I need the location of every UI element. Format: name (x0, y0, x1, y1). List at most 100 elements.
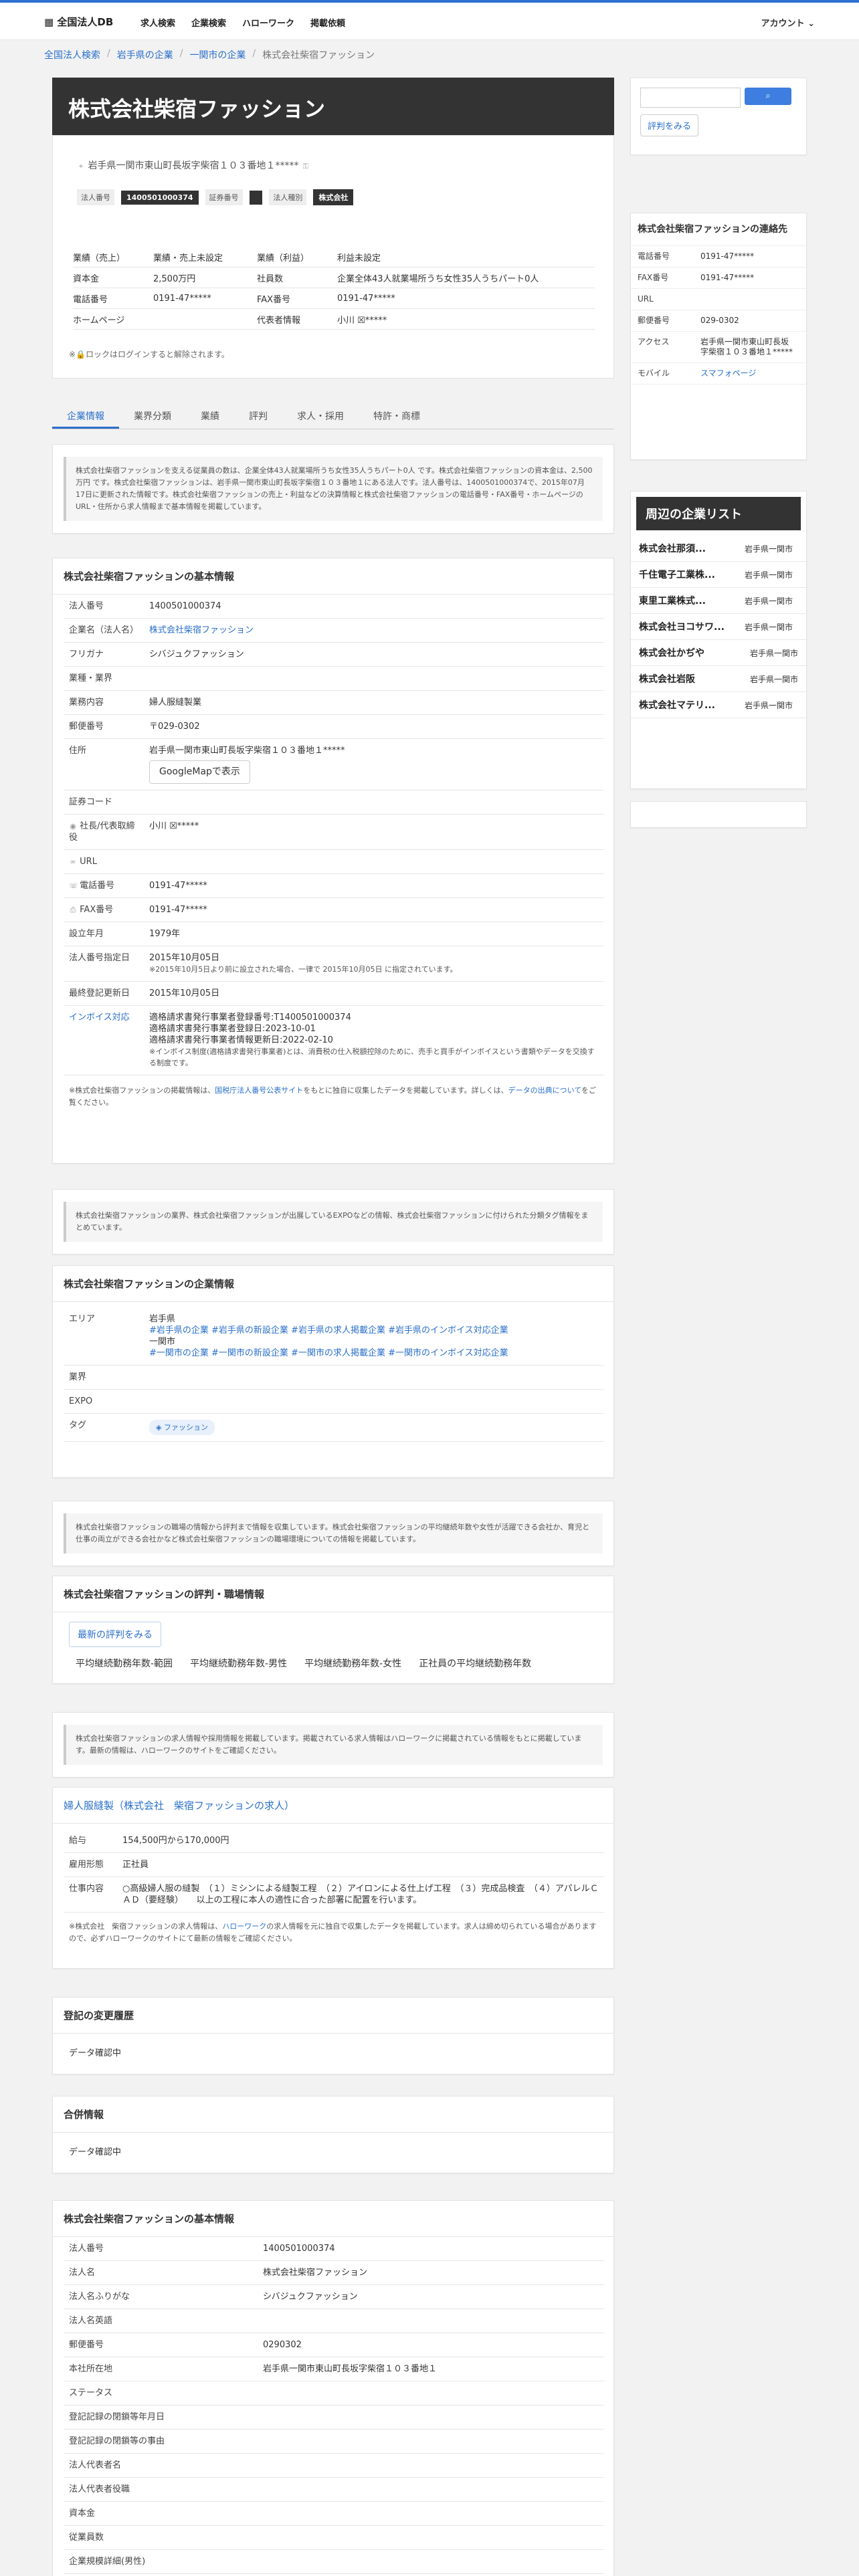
row-value: 154,500円から170,000円 (117, 1829, 604, 1853)
nearby-item[interactable]: 千住電子工業株... 岩手県一関市 (631, 562, 806, 588)
industry-card: 株式会社柴宿ファッションの企業情報 エリア 岩手県 #岩手県の企業 #岩手県の新… (52, 1265, 614, 1478)
breadcrumb-item-national[interactable]: 全国法人検索 (44, 48, 100, 62)
nearby-item[interactable]: 株式会社ヨコサワ... 岩手県一関市 (631, 614, 806, 640)
nav-hellowork[interactable]: ハローワーク (242, 16, 294, 29)
fashion-tag[interactable]: ◈ ファッション (149, 1420, 215, 1435)
invoice-link[interactable]: インボイス対応 (69, 1012, 130, 1023)
reputation-card: 株式会社柴宿ファッションの評判・職場情報 最新の評判をみる 平均継続勤務年数-範… (52, 1576, 614, 1684)
corp-no-value: 1400501000374 (121, 190, 199, 205)
row-value: 正社員 (117, 1852, 604, 1877)
account-menu[interactable]: アカウント ⌄ (761, 16, 815, 29)
sidebar-reviews-button[interactable]: 評判をみる (640, 114, 699, 136)
jobs-intro-text: 株式会社柴宿ファッションの求人情報や採用情報を掲載しています。掲載されている求人… (64, 1725, 603, 1765)
nearby-item[interactable]: 株式会社岩阪 岩手県一関市 (631, 666, 806, 692)
breadcrumb-separator: / (107, 48, 110, 59)
google-map-button[interactable]: GoogleMapで表示 (149, 760, 250, 784)
table-row: 法人名 株式会社柴宿ファッション (64, 2260, 604, 2285)
site-logo[interactable]: ▦ 全国法人DB (44, 15, 113, 29)
table-row: 仕事内容 ○高級婦人服の縫製 （１）ミシンによる縫製工程 （２）アイロンによる仕上… (64, 1876, 604, 1913)
tab-patents[interactable]: 特許・商標 (359, 403, 435, 429)
row-key: 従業員数 (64, 2525, 258, 2550)
row-value: 岩手県一関市東山町長坂字柴宿１０３番地１***** (149, 746, 345, 756)
stock-no-label: 証券番号 (205, 189, 243, 205)
summary-row: ホームページ 代表者情報 小川 ☒***** (73, 309, 595, 330)
row-key: 設立年月 (64, 922, 144, 946)
building-icon: ▦ (44, 16, 58, 28)
address-text: 岩手県一関市東山町長坂字柴宿１０３番地１***** (88, 160, 299, 171)
summary-value: 2,500万円 (153, 274, 196, 284)
corp-type-value: 株式会社 (313, 189, 354, 205)
contact-key-phone[interactable]: 電話番号 (638, 251, 700, 261)
table-row: 本社所在地 岩手県一関市東山町長坂字柴宿１０３番地１ (64, 2357, 604, 2381)
contact-value: 岩手県一関市東山町長坂字柴宿１０３番地１***** (700, 337, 793, 356)
sidebar-search-input[interactable] (640, 88, 741, 108)
logo-text: 全国法人DB (57, 16, 114, 28)
nav-listing-request[interactable]: 掲載依頼 (310, 16, 345, 29)
tab-jobs[interactable]: 求人・採用 (282, 403, 359, 429)
row-value: 小川 ☒***** (144, 814, 604, 850)
row-value: 2015年10月05日 (144, 981, 604, 1006)
table-row: ステータス (64, 2381, 604, 2405)
reputation-columns: 平均継続勤務年数-範囲 平均継続勤務年数-男性 平均継続勤務年数-女性 正社員の… (53, 1652, 613, 1674)
search-button[interactable]: ⌕ (745, 88, 791, 105)
nearby-name: 株式会社岩阪 (639, 674, 695, 685)
summary-key: 業績（利益） (257, 253, 310, 263)
summary-row: 資本金 2,500万円 社員数 企業全体43人就業場所うち女性35人うちパート0… (73, 267, 595, 288)
account-label: アカウント (761, 19, 805, 29)
row-key: 住所 (64, 738, 144, 790)
row-value (258, 2429, 604, 2454)
table-row: 法人番号 1400501000374 (64, 595, 604, 619)
contact-key-postal[interactable]: 郵便番号 (638, 316, 700, 326)
row-key: タグ (64, 1413, 144, 1442)
latest-reviews-button[interactable]: 最新の評判をみる (69, 1622, 161, 1647)
contact-row: URL (631, 289, 806, 310)
smartphone-page-link[interactable]: スマフォページ (700, 368, 756, 379)
row-value: 2015年10月05日 (149, 953, 220, 963)
contact-key-fax[interactable]: FAX番号 (638, 273, 700, 283)
breadcrumb-item-prefecture[interactable]: 岩手県の企業 (117, 48, 173, 62)
table-row: 法人名英語 (64, 2309, 604, 2333)
row-value (258, 2501, 604, 2526)
tab-reputation[interactable]: 評判 (234, 403, 282, 429)
job-title-link[interactable]: 婦人服縫製（株式会社 柴宿ファッションの求人） (53, 1788, 613, 1824)
row-value (144, 1365, 604, 1390)
sidebar-nearby-card: 周辺の企業リスト 株式会社那須... 岩手県一関市 千住電子工業株... 岩手県一関… (630, 491, 807, 789)
breadcrumb-item-city[interactable]: 一関市の企業 (189, 48, 246, 62)
note-text: ※株式会社柴宿ファッションの掲載情報は、 (69, 1086, 215, 1095)
row-key: 郵便番号 (64, 714, 144, 739)
summary-row: 業績（売上） 業績・売上未設定 業績（利益） 利益未設定 (73, 247, 595, 267)
tab-company-info[interactable]: 企業情報 (52, 403, 119, 429)
breadcrumb: 全国法人検索 / 岩手県の企業 / 一関市の企業 / 株式会社柴宿ファッション (44, 48, 375, 62)
row-value: 婦人服縫製業 (144, 690, 604, 715)
summary-key: 社員数 (257, 274, 284, 284)
nearby-item[interactable]: 株式会社かぢや 岩手県一関市 (631, 640, 806, 666)
nta-link[interactable]: 国税庁法人番号公表サイト (215, 1086, 303, 1095)
prefecture-tag-links[interactable]: #岩手県の企業 #岩手県の新設企業 #岩手県の求人掲載企業 #岩手県のインボイス… (149, 1325, 599, 1336)
row-key: 法人名 (64, 2260, 258, 2285)
company-name-link[interactable]: 株式会社柴宿ファッション (149, 625, 254, 635)
nav-job-search[interactable]: 求人検索 (140, 16, 175, 29)
nearby-item[interactable]: 株式会社那須... 岩手県一関市 (631, 536, 806, 562)
nearby-item[interactable]: 東里工業株式... 岩手県一関市 (631, 588, 806, 614)
nearby-item[interactable]: 株式会社マテリ... 岩手県一関市 (631, 692, 806, 718)
tab-performance[interactable]: 業績 (186, 403, 234, 429)
lock-icon: ⚿ (302, 162, 309, 171)
table-row: エリア 岩手県 #岩手県の企業 #岩手県の新設企業 #岩手県の求人掲載企業 #岩… (64, 1307, 604, 1366)
nav-company-search[interactable]: 企業検索 (191, 16, 226, 29)
city-tag-links[interactable]: #一関市の企業 #一関市の新設企業 #一関市の求人掲載企業 #一関市のインボイス… (149, 1348, 599, 1359)
nearby-name: 株式会社那須... (639, 544, 706, 554)
jobs-source-note: ※株式会社 柴宿ファッションの求人情報は、ハローワークの求人情報を元に独自で収集… (53, 1913, 613, 1953)
row-value: 岩手県一関市東山町長坂字柴宿１０３番地１ (258, 2357, 604, 2381)
row-value (144, 849, 604, 874)
tab-industry[interactable]: 業界分類 (119, 403, 186, 429)
table-row: ☏ 電話番号 0191-47***** (64, 873, 604, 898)
table-row: 法人番号指定日 2015年10月05日 ※2015年10月5日より前に設立された場合… (64, 946, 604, 982)
nearby-name: 株式会社マテリ... (639, 700, 715, 711)
row-value: 1979年 (144, 922, 604, 946)
data-source-link[interactable]: データの出典について (508, 1086, 581, 1095)
contact-title: 株式会社柴宿ファッションの連絡先 (631, 213, 806, 246)
hellowork-link[interactable]: ハローワーク (222, 1922, 266, 1931)
contact-key-url[interactable]: URL (638, 294, 700, 304)
table-row: 従業員数 (64, 2525, 604, 2550)
contact-row: モバイル スマフォページ (631, 363, 806, 385)
